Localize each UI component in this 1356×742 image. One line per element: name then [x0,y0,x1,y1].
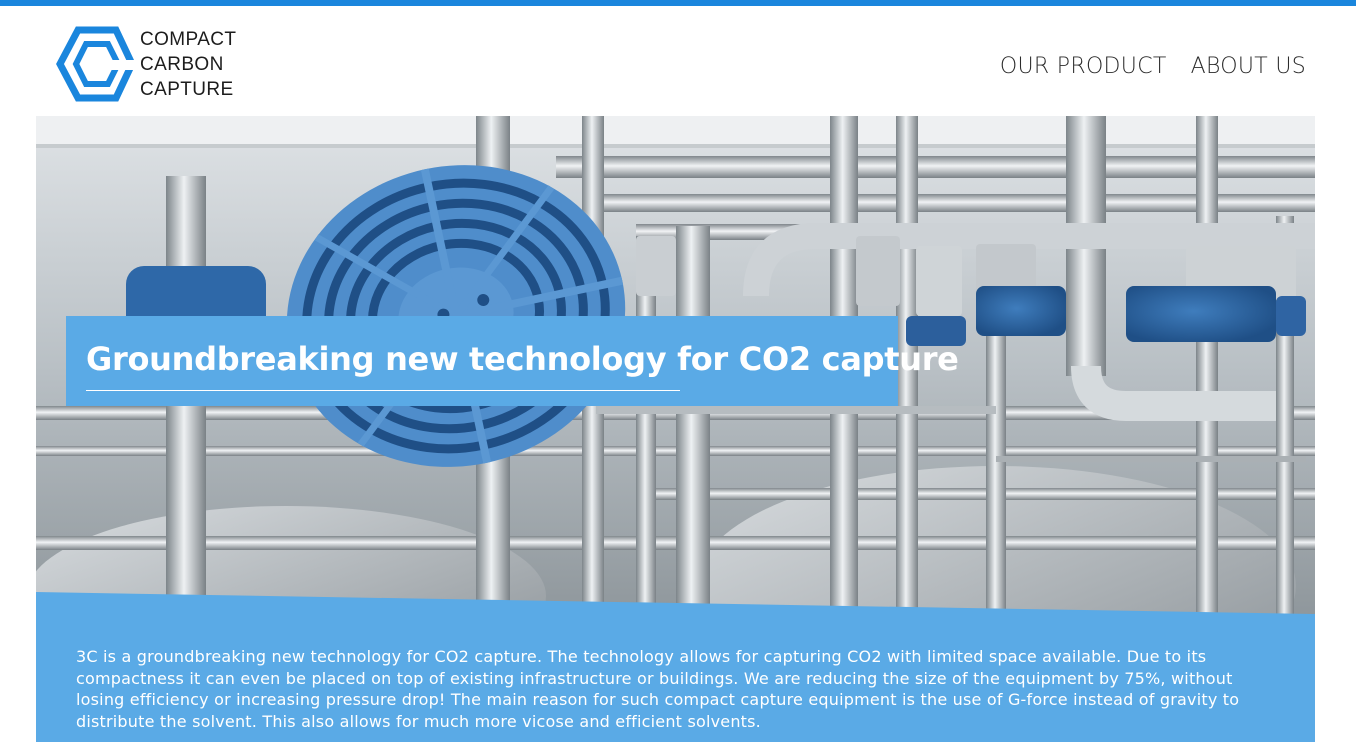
nav-our-product[interactable]: OUR PRODUCT [1000,54,1167,79]
brand-line-compact: COMPACT [140,28,237,50]
brand-wordmark: COMPACT CARBON CAPTURE [140,27,236,102]
top-accent-bar [0,0,1356,6]
brand-line-carbon: CARBON [140,53,224,75]
description-text: 3C is a groundbreaking new technology fo… [76,647,1240,731]
headline-box: Groundbreaking new technology for CO2 ca… [66,316,959,406]
hexagon-logo-icon [56,26,134,102]
headline-underline [86,390,680,391]
hero-headline: Groundbreaking new technology for CO2 ca… [86,340,959,378]
nav-about-us[interactable]: ABOUT US [1191,54,1306,79]
main-nav: OUR PRODUCT ABOUT US [1000,54,1306,79]
hero-section: Groundbreaking new technology for CO2 ca… [36,116,1315,742]
brand-line-capture: CAPTURE [140,78,234,100]
home-logo-link[interactable]: COMPACT CARBON CAPTURE [56,24,236,104]
